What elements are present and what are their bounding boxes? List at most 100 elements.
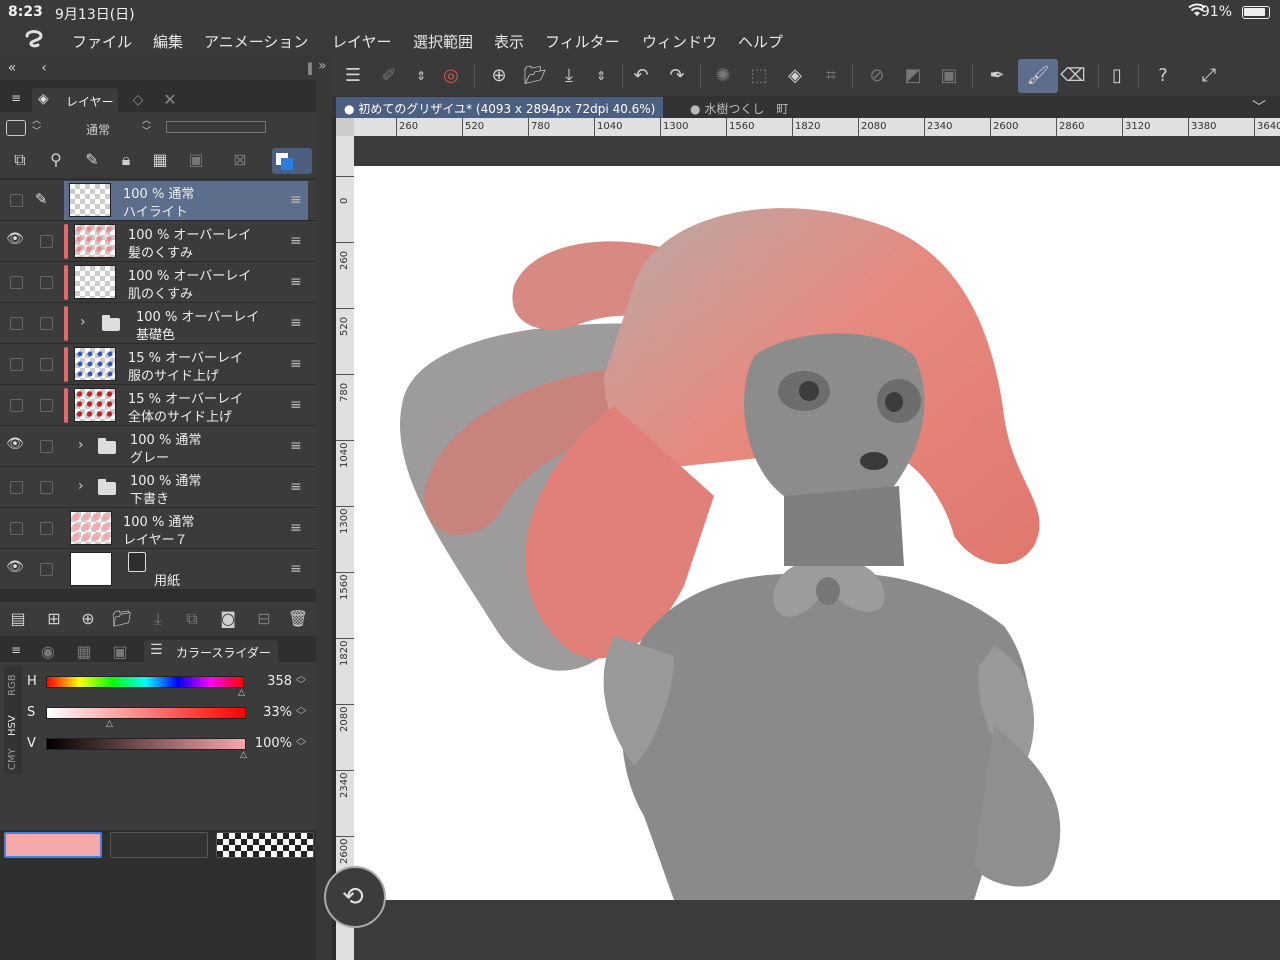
eye-icon[interactable]: 👁︎ [4, 436, 26, 458]
layer-row-all-side[interactable]: 15 % オーバーレイ 全体のサイド上げ ≡ [0, 385, 316, 426]
layer-lock-checkbox[interactable] [40, 317, 53, 330]
value-slider[interactable] [46, 738, 246, 750]
quick-access-icon[interactable]: ✐ [376, 64, 402, 88]
panel-menu-icon[interactable]: ≡ [4, 638, 28, 662]
layer-row-clothes-side[interactable]: 15 % オーバーレイ 服のサイド上げ ≡ [0, 344, 316, 385]
layer-drag-handle-icon[interactable]: ≡ [290, 479, 302, 495]
layer-lock-checkbox[interactable] [40, 235, 53, 248]
layer-row-layer7[interactable]: 100 % 通常 レイヤー７ ≡ [0, 508, 316, 549]
tab-document-active[interactable]: ● 初めてのグリザイユ* (4093 x 2894px 72dpi 40.6%) [336, 97, 664, 118]
layer-property-icon[interactable]: ▤ [6, 607, 30, 631]
mask-off-icon[interactable]: ⊠ [228, 148, 252, 172]
layer-row-draft[interactable]: › 100 % 通常 下書き ≡ [0, 467, 316, 508]
layer-drag-handle-icon[interactable]: ≡ [290, 561, 302, 577]
hamburger-menu-icon[interactable]: ☰ [340, 64, 366, 88]
layer-drag-handle-icon[interactable]: ≡ [290, 233, 302, 249]
layer-lock-checkbox[interactable] [40, 276, 53, 289]
layer-drag-handle-icon[interactable]: ≡ [290, 397, 302, 413]
layer-mask-icon[interactable]: ◙ [216, 607, 240, 631]
menu-layer[interactable]: レイヤー [332, 31, 392, 52]
smartphone-icon[interactable]: ▯ [1104, 64, 1130, 88]
expand-right-icon[interactable]: » [318, 58, 327, 74]
transparent-color-swatch[interactable] [216, 832, 314, 858]
layer-lock-checkbox[interactable] [40, 358, 53, 371]
tab-color-slider[interactable]: ☰ カラースライダー [144, 640, 278, 662]
new-folder-icon[interactable]: 📁︎ [110, 607, 134, 631]
layer-visibility-checkbox[interactable] [10, 194, 23, 207]
canvas-artwork[interactable] [354, 166, 1280, 900]
menu-edit[interactable]: 編集 [153, 31, 183, 52]
main-color-swatch[interactable] [4, 832, 102, 858]
layer-visibility-checkbox[interactable] [10, 358, 23, 371]
loading-icon[interactable]: ✺ [710, 64, 736, 88]
new-file-icon[interactable]: ⊕ [486, 64, 512, 88]
layer-color-button[interactable] [272, 148, 312, 174]
layer-row-base-color[interactable]: › 100 % オーバーレイ 基礎色 ≡ [0, 303, 316, 344]
layer-row-paper[interactable]: 👁︎ 用紙 ≡ [0, 549, 316, 590]
eye-icon[interactable]: 👁︎ [4, 231, 26, 253]
tab-cmy[interactable]: CMY [7, 748, 18, 770]
tab-rgb[interactable]: RGB [7, 674, 18, 696]
fill-icon[interactable]: ◈ [782, 64, 808, 88]
layer-drag-handle-icon[interactable]: ≡ [290, 520, 302, 536]
hue-slider-handle[interactable]: △ [238, 688, 245, 698]
draft-icon[interactable]: ✎ [80, 148, 104, 172]
tabs-dropdown-icon[interactable]: ﹀ [1252, 97, 1266, 117]
color-wheel-tab-icon[interactable]: ◉ [36, 640, 60, 664]
h-value[interactable]: 358 [267, 674, 292, 689]
hue-slider[interactable] [46, 676, 244, 688]
eye-icon[interactable]: 👁︎ [4, 559, 26, 581]
v-value[interactable]: 100% [255, 736, 292, 751]
select-all-icon[interactable]: ⬚ [746, 64, 772, 88]
mask-icon[interactable]: ▣ [184, 148, 208, 172]
menu-window[interactable]: ウィンドウ [642, 31, 717, 52]
clip-icon[interactable]: ⧉ [8, 148, 32, 172]
reference-icon[interactable]: ⚲ [44, 148, 68, 172]
layer-lock-checkbox[interactable] [40, 563, 53, 576]
layer-property-tab-icon[interactable]: ◇ [126, 88, 150, 112]
deselect-icon[interactable]: ⊘ [864, 64, 890, 88]
blend-mode-select[interactable]: 通常 [86, 121, 110, 138]
layer-drag-handle-icon[interactable]: ≡ [290, 356, 302, 372]
tab-document-inactive[interactable]: ● 水樹つくし 町 [682, 97, 796, 118]
folder-expand-icon[interactable]: › [80, 314, 86, 330]
layer-visibility-checkbox[interactable] [10, 481, 23, 494]
stepper-icon[interactable]: ︿ ﹀ [32, 116, 41, 138]
tab-hsv[interactable]: HSV [7, 715, 18, 736]
layer-visibility-checkbox[interactable] [10, 399, 23, 412]
layer-drag-handle-icon[interactable]: ≡ [290, 192, 302, 208]
record-icon[interactable]: ◎ [438, 64, 464, 88]
h-stepper-icon[interactable]: ︿ ﹀ [296, 672, 306, 691]
stepper-icon[interactable]: ⇕ [408, 64, 434, 88]
saturation-slider-handle[interactable]: △ [106, 719, 113, 729]
trash-icon[interactable]: 🗑︎ [286, 607, 310, 631]
undo-icon[interactable]: ↶ [628, 64, 654, 88]
opacity-slider[interactable] [166, 121, 266, 133]
layer-lock-checkbox[interactable] [40, 440, 53, 453]
transform-icon[interactable]: ⌗ [818, 64, 844, 88]
pen-tool-icon[interactable]: ✒ [984, 64, 1010, 88]
intermediate-color-tab-icon[interactable]: ▣ [108, 640, 132, 664]
layer-row-gray[interactable]: 👁︎ › 100 % 通常 グレー ≡ [0, 426, 316, 467]
color-set-tab-icon[interactable]: ▦ [72, 640, 96, 664]
menu-selection[interactable]: 選択範囲 [413, 31, 473, 52]
s-stepper-icon[interactable]: ︿ ﹀ [296, 703, 306, 722]
layer-drag-handle-icon[interactable]: ≡ [290, 315, 302, 331]
help-icon[interactable]: ? [1150, 64, 1176, 88]
layer-color-square-icon[interactable] [6, 120, 26, 136]
collapse-left-icon[interactable]: « [0, 56, 24, 80]
panel-menu-icon[interactable]: ≡ [4, 86, 28, 110]
value-slider-handle[interactable]: △ [240, 750, 247, 760]
canvas-rotate-button[interactable]: ⟲ [324, 866, 386, 928]
folder-expand-icon[interactable]: › [78, 478, 84, 494]
layer-visibility-checkbox[interactable] [10, 276, 23, 289]
crop-icon[interactable]: ▣ [936, 64, 962, 88]
sub-color-swatch[interactable] [110, 832, 208, 858]
panel-divider[interactable]: » [316, 56, 332, 960]
layer-visibility-checkbox[interactable] [10, 317, 23, 330]
saturation-slider[interactable] [46, 707, 246, 719]
s-value[interactable]: 33% [263, 705, 292, 720]
invert-selection-icon[interactable]: ◩ [900, 64, 926, 88]
apply-mask-icon[interactable]: ⊟ [252, 607, 276, 631]
brush-tool-icon[interactable]: 🖌︎ [1018, 59, 1058, 93]
